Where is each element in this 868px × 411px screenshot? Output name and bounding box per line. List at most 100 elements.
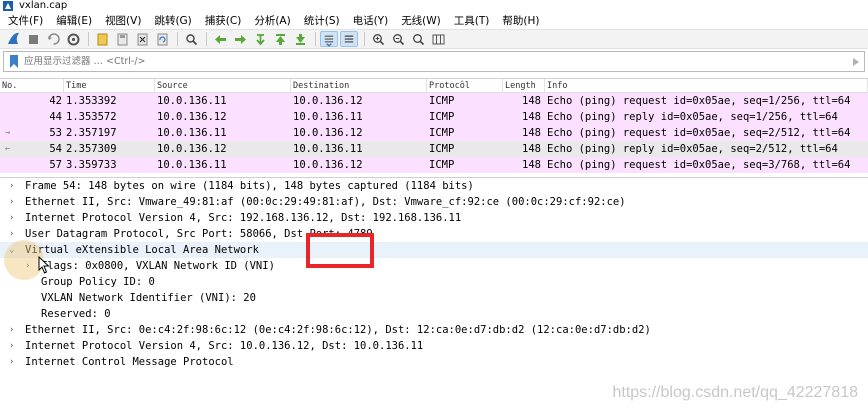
detail-tree-item[interactable]: VXLAN Network Identifier (VNI): 20 — [0, 290, 868, 306]
go-back-icon[interactable] — [211, 31, 229, 47]
apply-filter-icon[interactable] — [848, 53, 864, 71]
save-file-icon[interactable] — [113, 31, 131, 47]
menu-edit[interactable]: 编辑(E) — [56, 13, 92, 28]
menu-tools[interactable]: 工具(T) — [454, 13, 490, 28]
detail-tree-item[interactable]: ⌄ Virtual eXtensible Local Area Network — [0, 242, 868, 258]
restart-capture-icon[interactable] — [44, 31, 62, 47]
menu-file[interactable]: 文件(F) — [8, 13, 43, 28]
detail-tree-item[interactable]: Group Policy ID: 0 — [0, 274, 868, 290]
packet-cell-length: 148 — [503, 93, 545, 109]
capture-options-icon[interactable] — [64, 31, 82, 47]
display-filter-input[interactable] — [24, 52, 848, 71]
column-header-destination[interactable]: Destination — [291, 79, 427, 93]
packet-row[interactable]: ← 54 2.357309 10.0.136.12 10.0.136.11 ICMP 148… — [0, 141, 868, 157]
menu-statistics[interactable]: 统计(S) — [304, 13, 340, 28]
zoom-out-icon[interactable] — [389, 31, 407, 47]
packet-row[interactable]: 57 3.359733 10.0.136.11 10.0.136.12 ICMP 148 E… — [0, 157, 868, 173]
menu-telephony[interactable]: 电话(Y) — [353, 13, 389, 28]
packet-cell-text: 10.0.136.11 — [157, 95, 227, 107]
column-header-source[interactable]: Source — [155, 79, 291, 93]
packet-cell-source: 10.0.136.12 — [155, 141, 291, 157]
detail-tree-item[interactable]: › Flags: 0x0800, VXLAN Network ID (VNI) — [0, 258, 868, 274]
window-title: vxlan.cap — [19, 0, 68, 11]
find-packet-icon[interactable] — [182, 31, 200, 47]
detail-tree-item[interactable]: Reserved: 0 — [0, 306, 868, 322]
detail-tree-item[interactable]: › User Datagram Protocol, Src Port: 58066… — [0, 226, 868, 242]
packet-cell-text: 148 — [522, 95, 541, 107]
expand-arrow-icon[interactable]: › — [9, 194, 19, 210]
go-to-first-icon[interactable] — [271, 31, 289, 47]
packet-cell-text: Echo (ping) reply id=0x05ae, seq=1/256, … — [547, 111, 838, 123]
reload-icon[interactable] — [153, 31, 171, 47]
packet-cell-info: Echo (ping) request id=0x05ae, seq=3/768… — [545, 157, 868, 173]
zoom-in-icon[interactable] — [369, 31, 387, 47]
packet-cell-source: 10.0.136.11 — [155, 125, 291, 141]
detail-tree-text: Internet Protocol Version 4, Src: 10.0.1… — [25, 340, 424, 352]
packet-cell-text: ICMP — [429, 111, 455, 123]
detail-tree-text: VXLAN Network Identifier (VNI): 20 — [41, 292, 256, 304]
main-toolbar — [0, 29, 868, 49]
filter-bookmark-icon[interactable] — [7, 54, 21, 69]
packet-cell-text: ICMP — [429, 95, 455, 107]
expand-arrow-icon[interactable]: › — [9, 354, 19, 370]
column-header-length[interactable]: Length — [503, 79, 545, 93]
menu-analyze[interactable]: 分析(A) — [254, 13, 290, 28]
menu-view[interactable]: 视图(V) — [105, 13, 141, 28]
packet-cell-info: Echo (ping) reply id=0x05ae, seq=2/512, … — [545, 141, 868, 157]
expand-arrow-icon[interactable]: › — [9, 178, 19, 194]
packet-row[interactable]: 42 1.353392 10.0.136.11 10.0.136.12 ICMP 148 E… — [0, 93, 868, 109]
packet-cell-text: 148 — [522, 111, 541, 123]
menu-help[interactable]: 帮助(H) — [502, 13, 539, 28]
packet-cell-text: 10.0.136.11 — [293, 111, 363, 123]
packet-cell-text: 54 — [49, 143, 62, 155]
resize-columns-icon[interactable] — [429, 31, 447, 47]
display-filter-bar — [3, 51, 865, 72]
packet-cell-text: 10.0.136.11 — [157, 127, 227, 139]
colorize-icon[interactable] — [340, 31, 358, 47]
mouse-cursor-icon — [38, 256, 50, 274]
packet-list: No. Time Source Destination Protocol ^ Le… — [0, 78, 868, 173]
menu-wireless[interactable]: 无线(W) — [401, 13, 441, 28]
stop-icon[interactable] — [24, 31, 42, 47]
packet-cell-destination: 10.0.136.11 — [291, 141, 427, 157]
packet-row[interactable]: → 53 2.357197 10.0.136.11 10.0.136.12 ICMP 148… — [0, 125, 868, 141]
packet-cell-text: 148 — [522, 143, 541, 155]
column-header-no[interactable]: No. — [0, 79, 64, 93]
packet-cell-text: 10.0.136.12 — [293, 127, 363, 139]
packet-cell-text: 10.0.136.11 — [157, 159, 227, 171]
go-forward-icon[interactable] — [231, 31, 249, 47]
packet-cell-text: 2.357309 — [66, 143, 117, 155]
packet-list-header: No. Time Source Destination Protocol ^ Le… — [0, 79, 868, 93]
column-header-info[interactable]: Info — [545, 79, 868, 93]
detail-tree-item[interactable]: › Frame 54: 148 bytes on wire (1184 bits)… — [0, 178, 868, 194]
toolbar-separator — [88, 32, 89, 46]
menu-capture[interactable]: 捕获(C) — [205, 13, 242, 28]
detail-tree-text: Ethernet II, Src: 0e:c4:2f:98:6c:12 (0e:… — [25, 324, 651, 336]
go-to-last-icon[interactable] — [291, 31, 309, 47]
autoscroll-icon[interactable] — [320, 31, 338, 47]
shark-fin-icon[interactable] — [4, 31, 22, 47]
detail-tree-item[interactable]: › Ethernet II, Src: 0e:c4:2f:98:6c:12 (0e… — [0, 322, 868, 338]
column-header-time[interactable]: Time — [64, 79, 155, 93]
packet-cell-time: 1.353572 — [64, 109, 155, 125]
expand-arrow-icon[interactable]: › — [9, 338, 19, 354]
packet-row[interactable]: 44 1.353572 10.0.136.12 10.0.136.11 ICMP 148 E… — [0, 109, 868, 125]
menu-go[interactable]: 跳转(G) — [154, 13, 191, 28]
expand-arrow-icon[interactable]: › — [9, 322, 19, 338]
detail-tree-item[interactable]: › Internet Protocol Version 4, Src: 192.1… — [0, 210, 868, 226]
packet-cell-text: 1.353392 — [66, 95, 117, 107]
expand-arrow-icon[interactable]: › — [9, 210, 19, 226]
expand-arrow-icon[interactable]: › — [9, 226, 19, 242]
toolbar-separator — [177, 32, 178, 46]
column-header-protocol[interactable]: Protocol ^ — [427, 79, 503, 93]
detail-tree-item[interactable]: › Internet Protocol Version 4, Src: 10.0.… — [0, 338, 868, 354]
packet-cell-text: 2.357197 — [66, 127, 117, 139]
close-file-icon[interactable] — [133, 31, 151, 47]
zoom-reset-icon[interactable] — [409, 31, 427, 47]
packet-cell-length: 148 — [503, 109, 545, 125]
packet-cell-destination: 10.0.136.12 — [291, 157, 427, 173]
go-to-packet-icon[interactable] — [251, 31, 269, 47]
detail-tree-item[interactable]: › Ethernet II, Src: Vmware_49:81:af (00:0… — [0, 194, 868, 210]
detail-tree-item[interactable]: › Internet Control Message Protocol — [0, 354, 868, 370]
open-file-icon[interactable] — [93, 31, 111, 47]
